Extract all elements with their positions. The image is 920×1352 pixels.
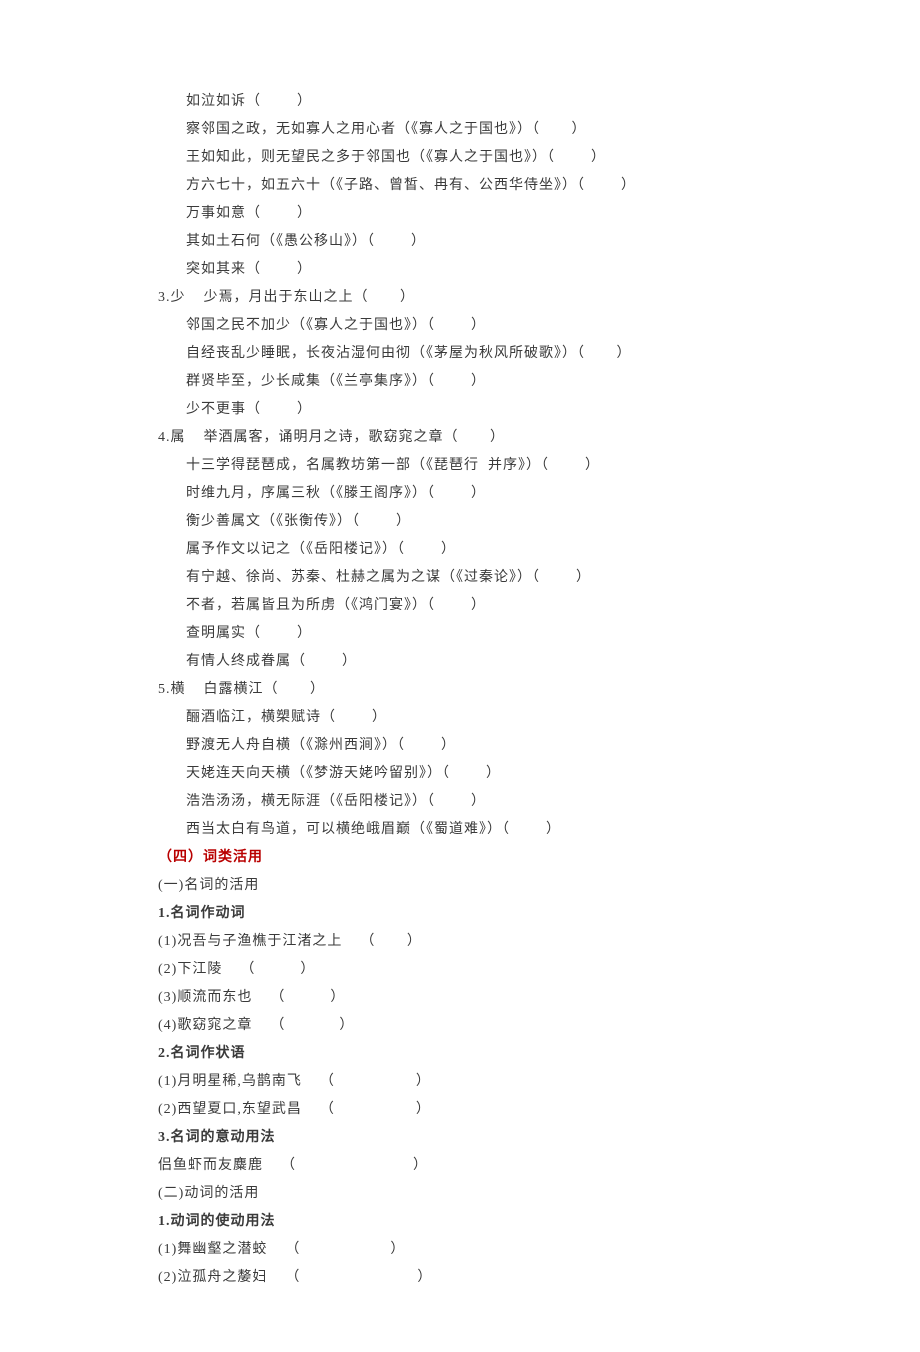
text-line: 2.名词作状语 bbox=[130, 1040, 790, 1068]
document-content: 如泣如诉（ ）察邻国之政，无如寡人之用心者（《寡人之于国也》）（ ）王如知此，则… bbox=[130, 88, 790, 1292]
text-line: 西当太白有鸟道，可以横绝峨眉巅（《蜀道难》）（ ） bbox=[130, 816, 790, 844]
text-line: 4.属 举酒属客，诵明月之诗，歌窈窕之章（ ） bbox=[130, 424, 790, 452]
text-line: 不者，若属皆且为所虏（《鸿门宴》）（ ） bbox=[130, 592, 790, 620]
text-line: 属予作文以记之（《岳阳楼记》）（ ） bbox=[130, 536, 790, 564]
text-line: 天姥连天向天横（《梦游天姥吟留别》）（ ） bbox=[130, 760, 790, 788]
text-line: 十三学得琵琶成，名属教坊第一部（《琵琶行 并序》）（ ） bbox=[130, 452, 790, 480]
text-line: (2)下江陵 （ ） bbox=[130, 956, 790, 984]
text-line: (一)名词的活用 bbox=[130, 872, 790, 900]
text-line: 邻国之民不加少（《寡人之于国也》）（ ） bbox=[130, 312, 790, 340]
text-line: 群贤毕至，少长咸集（《兰亭集序》）（ ） bbox=[130, 368, 790, 396]
text-line: (2)西望夏口,东望武昌 （ ） bbox=[130, 1096, 790, 1124]
text-line: 有情人终成眷属（ ） bbox=[130, 648, 790, 676]
text-line: 察邻国之政，无如寡人之用心者（《寡人之于国也》）（ ） bbox=[130, 116, 790, 144]
document-page: 如泣如诉（ ）察邻国之政，无如寡人之用心者（《寡人之于国也》）（ ）王如知此，则… bbox=[0, 0, 920, 1352]
text-line: 衡少善属文（《张衡传》）（ ） bbox=[130, 508, 790, 536]
text-line: 查明属实（ ） bbox=[130, 620, 790, 648]
text-line: 酾酒临江，横槊赋诗（ ） bbox=[130, 704, 790, 732]
text-line: (2)泣孤舟之嫠妇 （ ） bbox=[130, 1264, 790, 1292]
text-line: (1)况吾与子渔樵于江渚之上 （ ） bbox=[130, 928, 790, 956]
text-line: （四）词类活用 bbox=[130, 844, 790, 872]
text-line: 侣鱼虾而友麋鹿 （ ） bbox=[130, 1152, 790, 1180]
text-line: 3.少 少焉，月出于东山之上（ ） bbox=[130, 284, 790, 312]
text-line: 野渡无人舟自横（《滁州西涧》）（ ） bbox=[130, 732, 790, 760]
text-line: 少不更事（ ） bbox=[130, 396, 790, 424]
text-line: (4)歌窈窕之章 （ ） bbox=[130, 1012, 790, 1040]
text-line: 突如其来（ ） bbox=[130, 256, 790, 284]
text-line: 其如土石何（《愚公移山》）（ ） bbox=[130, 228, 790, 256]
text-line: 自经丧乱少睡眠，长夜沾湿何由彻（《茅屋为秋风所破歌》）（ ） bbox=[130, 340, 790, 368]
text-line: 1.名词作动词 bbox=[130, 900, 790, 928]
text-line: 3.名词的意动用法 bbox=[130, 1124, 790, 1152]
text-line: 王如知此，则无望民之多于邻国也（《寡人之于国也》）（ ） bbox=[130, 144, 790, 172]
text-line: 时维九月，序属三秋（《滕王阁序》）（ ） bbox=[130, 480, 790, 508]
text-line: 如泣如诉（ ） bbox=[130, 88, 790, 116]
text-line: (3)顺流而东也 （ ） bbox=[130, 984, 790, 1012]
text-line: (1)舞幽壑之潜蛟 （ ） bbox=[130, 1236, 790, 1264]
text-line: 方六七十，如五六十（《子路、曾皙、冉有、公西华侍坐》）（ ） bbox=[130, 172, 790, 200]
text-line: 1.动词的使动用法 bbox=[130, 1208, 790, 1236]
text-line: (1)月明星稀,乌鹊南飞 （ ） bbox=[130, 1068, 790, 1096]
text-line: 浩浩汤汤，横无际涯（《岳阳楼记》）（ ） bbox=[130, 788, 790, 816]
text-line: 万事如意（ ） bbox=[130, 200, 790, 228]
text-line: 有宁越、徐尚、苏秦、杜赫之属为之谋（《过秦论》）（ ） bbox=[130, 564, 790, 592]
text-line: 5.横 白露横江（ ） bbox=[130, 676, 790, 704]
text-line: (二)动词的活用 bbox=[130, 1180, 790, 1208]
